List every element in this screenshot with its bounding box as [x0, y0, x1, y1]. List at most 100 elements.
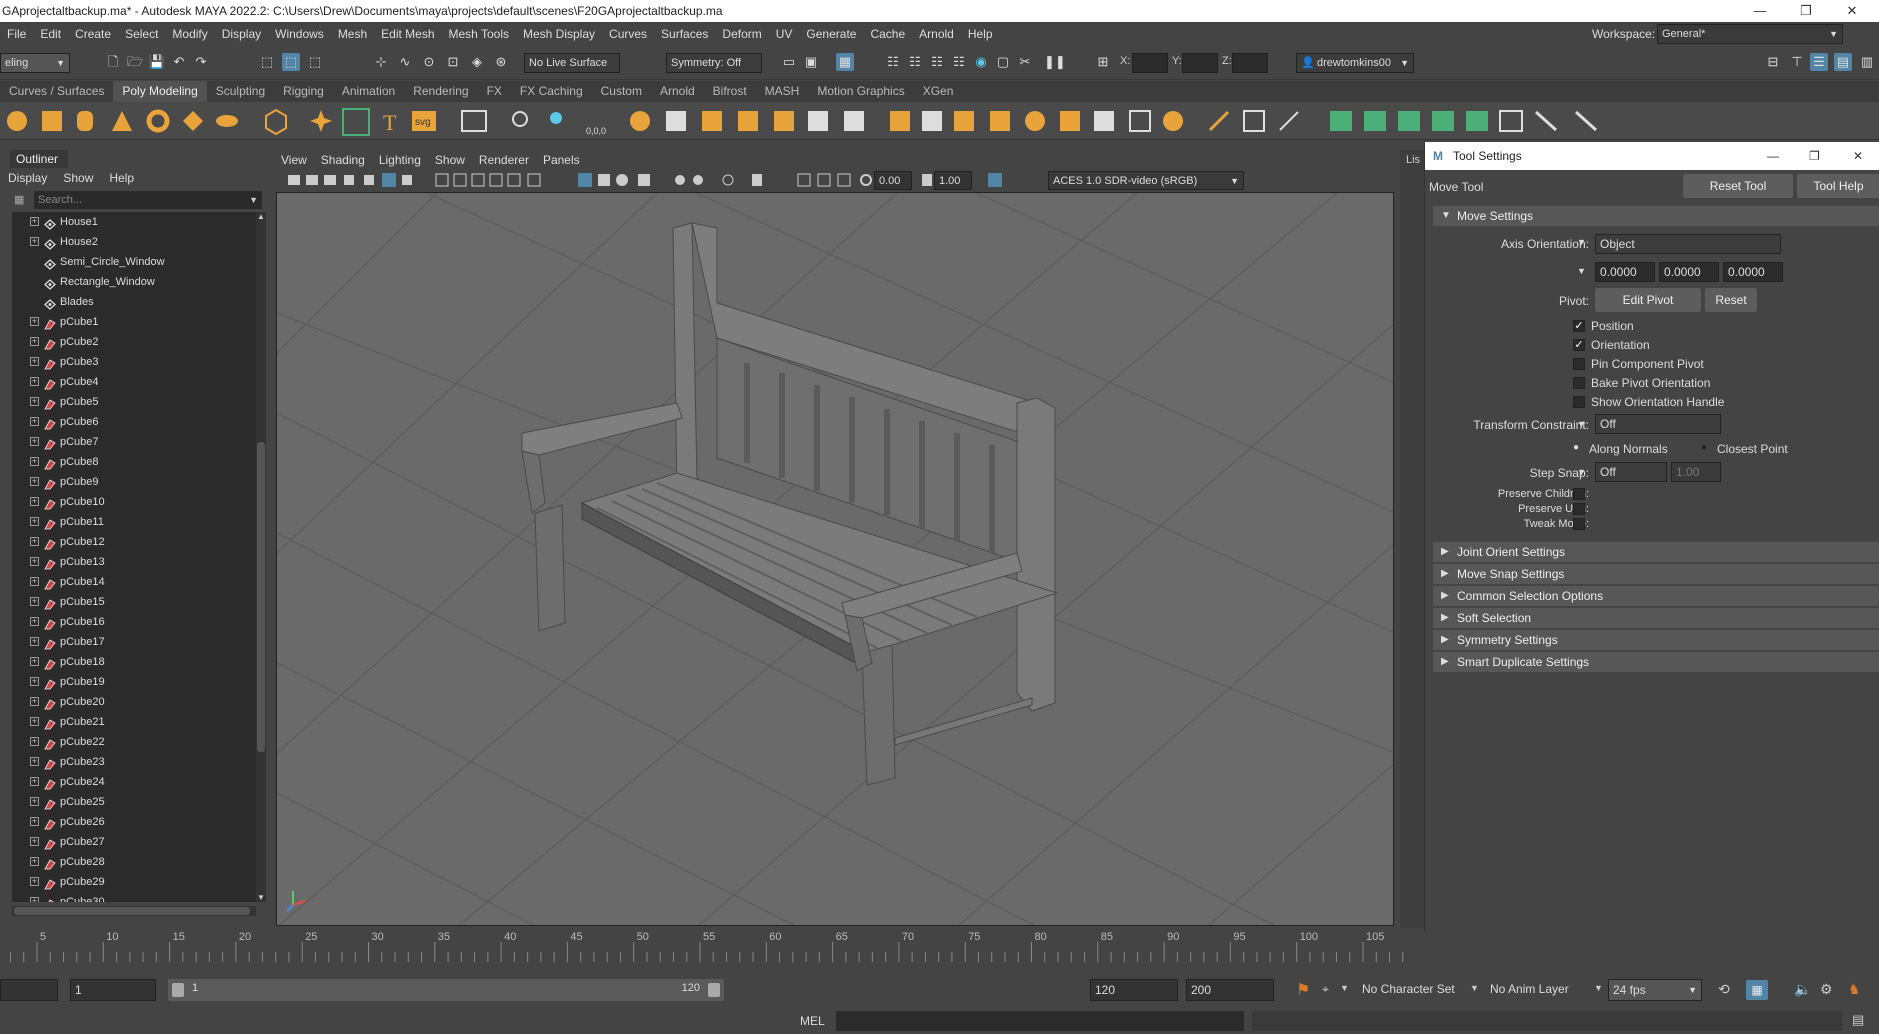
outliner-item[interactable]: + pCube21: [12, 712, 256, 732]
scene-render[interactable]: [277, 193, 1394, 926]
grease-pencil-icon[interactable]: [364, 175, 374, 185]
open-scene-icon[interactable]: 🗁: [126, 53, 144, 71]
quad-draw-icon[interactable]: [1208, 110, 1230, 132]
isolate-icon[interactable]: [797, 173, 811, 187]
viewport-menu-lighting[interactable]: Lighting: [372, 150, 428, 170]
outliner-item[interactable]: + pCube30: [12, 892, 256, 902]
film-gate-icon[interactable]: [402, 175, 412, 185]
color-management-icon[interactable]: [988, 173, 1002, 187]
expand-icon[interactable]: +: [30, 497, 39, 506]
expand-icon[interactable]: +: [30, 737, 39, 746]
bevel-icon[interactable]: [954, 111, 974, 131]
poly-sphere-icon[interactable]: [7, 111, 27, 131]
outliner-item[interactable]: + pCube26: [12, 812, 256, 832]
tweak-mode-checkbox[interactable]: [1573, 518, 1585, 530]
menuset-dropdown[interactable]: eling ▼: [0, 53, 70, 73]
booleans-icon[interactable]: [774, 111, 794, 131]
outliner-item[interactable]: Blades: [12, 292, 256, 312]
sew-uv-icon[interactable]: [1574, 110, 1598, 132]
outliner-item[interactable]: + pCube29: [12, 872, 256, 892]
outliner-menu-show[interactable]: Show: [55, 168, 101, 188]
gamma-icon[interactable]: [922, 174, 932, 186]
shelf-tab-poly-modeling[interactable]: Poly Modeling: [113, 81, 207, 102]
multisample-icon[interactable]: [693, 175, 703, 185]
outliner-item[interactable]: + pCube16: [12, 612, 256, 632]
connect-icon[interactable]: [1279, 111, 1299, 131]
expand-icon[interactable]: +: [30, 897, 39, 902]
viewport-menu-shading[interactable]: Shading: [314, 150, 372, 170]
anim-prefs-icon[interactable]: ⚙: [1820, 981, 1833, 998]
render-frame-icon[interactable]: ▣: [802, 53, 820, 71]
wireframe-icon[interactable]: [435, 173, 449, 187]
expand-icon[interactable]: +: [30, 797, 39, 806]
close-window-button[interactable]: ✕: [1829, 0, 1875, 22]
animation-end-field[interactable]: 200: [1186, 979, 1274, 1001]
ipr-render-icon[interactable]: ▦: [836, 53, 854, 71]
snap-curve-icon[interactable]: ∿: [396, 53, 414, 71]
expand-icon[interactable]: +: [30, 817, 39, 826]
redo-icon[interactable]: ↷: [192, 53, 210, 71]
automatic-uv-icon[interactable]: [1466, 111, 1488, 131]
outliner-item[interactable]: + pCube23: [12, 752, 256, 772]
arnold-render-icon[interactable]: ◉: [972, 53, 990, 71]
workspace-dropdown[interactable]: General* ▼: [1657, 24, 1843, 44]
uv-editor-icon[interactable]: [461, 110, 487, 132]
expand-icon[interactable]: +: [30, 517, 39, 526]
reduce-icon[interactable]: [844, 111, 864, 131]
section-move-snap-settings[interactable]: ▶ Move Snap Settings: [1433, 564, 1879, 584]
menu-cache[interactable]: Cache: [863, 22, 912, 46]
freeze-transform-icon[interactable]: [550, 112, 562, 124]
checkbox-orientation[interactable]: ✓: [1573, 339, 1585, 351]
mirror-icon[interactable]: [808, 111, 828, 131]
axis-value-y[interactable]: 0.0000: [1659, 262, 1719, 282]
expand-icon[interactable]: +: [30, 317, 39, 326]
outliner-item[interactable]: + pCube18: [12, 652, 256, 672]
snap-surface-icon[interactable]: ◈: [468, 53, 486, 71]
playback-start-field[interactable]: 1: [70, 979, 156, 1001]
outliner-item[interactable]: + pCube1: [12, 312, 256, 332]
arnold-ipr-icon[interactable]: ▢: [994, 53, 1012, 71]
z-field[interactable]: [1232, 53, 1268, 73]
menu-file[interactable]: File: [0, 22, 33, 46]
symmetry-dropdown[interactable]: Symmetry: Off: [666, 53, 762, 73]
expand-icon[interactable]: +: [30, 657, 39, 666]
outliner-item[interactable]: + pCube5: [12, 392, 256, 412]
range-end-handle[interactable]: [708, 983, 720, 997]
outliner-item[interactable]: Rectangle_Window: [12, 272, 256, 292]
default-material-icon[interactable]: [471, 173, 485, 187]
outliner-item[interactable]: + pCube10: [12, 492, 256, 512]
channel-box-icon[interactable]: ▥: [1858, 53, 1876, 71]
spherical-uv-icon[interactable]: [1432, 111, 1454, 131]
shelf-tab-rendering[interactable]: Rendering: [404, 81, 477, 102]
menu-deform[interactable]: Deform: [715, 22, 768, 46]
outliner-item[interactable]: + pCube15: [12, 592, 256, 612]
tool-settings-icon[interactable]: ▤: [1834, 53, 1852, 71]
poly-disc-icon[interactable]: [216, 115, 238, 127]
shelf-tab-mash[interactable]: MASH: [756, 81, 809, 102]
menu-arnold[interactable]: Arnold: [912, 22, 961, 46]
checkbox-show-orientation-handle[interactable]: [1573, 396, 1585, 408]
time-slider-ruler[interactable]: 5 10 15 20 25 30 35 40 45 50 55 60 65 70 75 80 85 90 95 100…: [0, 928, 1424, 964]
shelf-tab-fx-caching[interactable]: FX Caching: [511, 81, 592, 102]
shelf-tab-rigging[interactable]: Rigging: [274, 81, 333, 102]
menu-surfaces[interactable]: Surfaces: [654, 22, 715, 46]
checkbox-position[interactable]: ✓: [1573, 320, 1585, 332]
menu-edit-mesh[interactable]: Edit Mesh: [374, 22, 441, 46]
outliner-item[interactable]: + pCube6: [12, 412, 256, 432]
extrude-icon[interactable]: [890, 111, 910, 131]
user-account-dropdown[interactable]: 👤 drewtomkins00 ▼: [1296, 53, 1414, 73]
shelf-tab-animation[interactable]: Animation: [333, 81, 404, 102]
menu-select[interactable]: Select: [118, 22, 165, 46]
outliner-item[interactable]: + pCube8: [12, 452, 256, 472]
outliner-item[interactable]: + pCube14: [12, 572, 256, 592]
menu-mesh[interactable]: Mesh: [331, 22, 374, 46]
target-weld-icon[interactable]: [1243, 110, 1265, 132]
outliner-item[interactable]: + pCube7: [12, 432, 256, 452]
platonic-solid-icon[interactable]: [265, 108, 287, 136]
outliner-menu-help[interactable]: Help: [101, 168, 142, 188]
expand-icon[interactable]: +: [30, 457, 39, 466]
snap-live-icon[interactable]: ⊛: [492, 53, 510, 71]
outliner-item[interactable]: + pCube9: [12, 472, 256, 492]
checkbox-pin-component-pivot[interactable]: [1573, 358, 1585, 370]
isolate-select-icon[interactable]: [527, 173, 541, 187]
